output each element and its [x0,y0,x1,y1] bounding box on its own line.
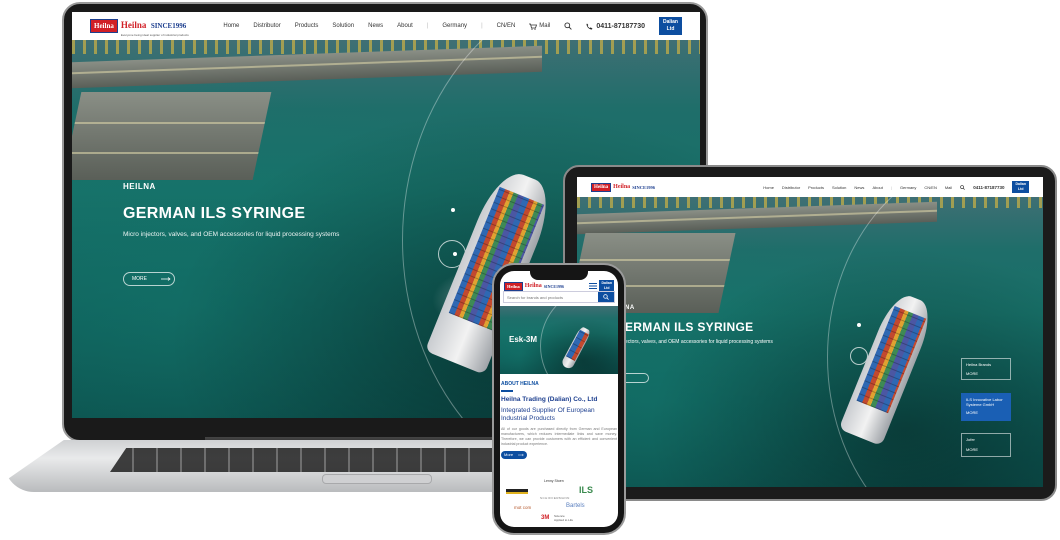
arrow-right-icon [161,277,171,281]
search-icon [603,294,609,300]
hero-copy: HEILNA GERMAN ILS SYRINGE Micro injector… [123,182,339,238]
phone-brand-logos: Lenny Stoen ILS SCHIFFERMANN Bartels mot… [504,477,614,527]
nav-products[interactable]: Products [295,23,319,29]
brand-logo[interactable]: Bartels [566,503,585,509]
tablet-hero-copy: NA ERMAN ILS SYRINGE ectors, valves, and… [625,305,773,345]
brand-name: Heilna [120,20,147,30]
about-body: All of our goods are purchased directly … [501,426,617,446]
nav-language[interactable]: CN/EN [497,23,516,29]
brand-logo[interactable]: Lenny Stoen [544,479,564,483]
about-more-button[interactable]: More [501,450,527,459]
phone-hero: Esk-3M [500,306,618,374]
hero-title: GERMAN ILS SYRINGE [123,205,306,222]
hero-subtitle: Micro injectors, valves, and OEM accesso… [123,231,340,238]
brand-tagline: Everyone being ideal supplier of industr… [120,33,189,37]
nav-separator: | [426,23,429,29]
brand-logo[interactable] [506,489,528,494]
about-kicker: ABOUT HEILNA [501,381,539,387]
nav-news[interactable]: News [368,23,383,29]
nav-phone[interactable]: 0411-87187730 [586,23,645,30]
logo-mark: Heilna [90,19,118,33]
phone-screen: Heilna Heilna SINCE1996 Dalian Ltd Esk-3… [500,271,618,527]
nav-home[interactable]: Home [223,23,239,29]
cart-icon [529,23,538,30]
brand-logo[interactable]: ILS [579,485,593,495]
phone-icon [586,23,593,29]
hero-more-button[interactable]: MORE [123,272,175,286]
phone-hero-label: Esk-3M [509,335,538,344]
search-icon[interactable] [564,22,573,30]
arrow-right-icon [518,453,524,456]
tablet-nav: Home Distributor Products Solution News … [763,181,1029,193]
tablet-top-navigation: Heilna Heilna SINCE1996 Home Distributor… [577,177,1043,197]
tablet-card-ils[interactable]: ILS Innovative Labor Systeme GmbH MORE [961,393,1011,421]
tablet-screen: Heilna Heilna SINCE1996 Home Distributor… [577,177,1043,487]
logo[interactable]: Heilna Heilna SINCE1996 Everyone being i… [90,15,189,37]
tablet-card-brands[interactable]: Heilna Brands MORE [961,358,1011,380]
brand-logo[interactable]: SCHIFFERMANN [540,496,570,500]
top-navigation: Heilna Heilna SINCE1996 Everyone being i… [72,12,700,40]
hero-kicker: HEILNA [123,182,156,191]
phone-search-button[interactable] [598,292,614,302]
laptop-trackpad [322,474,432,484]
about-company: Heilna Trading (Dalian) Co., Ltd [501,395,598,403]
phone-about: ABOUT HEILNA Heilna Trading (Dalian) Co.… [501,381,617,459]
phone-search-input[interactable] [504,292,598,302]
brand-logo[interactable]: mot com [514,505,532,510]
phone-notch [530,271,588,280]
tablet-logo[interactable]: Heilna Heilna SINCE1996 [591,182,655,192]
phone-search-bar [503,291,615,303]
tablet-card-jofer[interactable]: Jofer MORE [961,433,1011,457]
dalian-button[interactable]: Dalian Ltd [658,17,682,35]
nav-about[interactable]: About [397,23,413,29]
about-headline: Integrated Supplier Of European Industri… [501,406,595,422]
brand-logo[interactable]: Science Applied to Life [554,514,574,522]
nav-distributor[interactable]: Distributor [253,23,280,29]
nav-solution[interactable]: Solution [332,23,354,29]
brand-logo[interactable]: 3M [541,515,549,521]
nav-mail[interactable]: Mail [529,23,550,30]
main-nav: Home Distributor Products Solution News … [223,17,682,35]
brand-since: SINCE1996 [150,22,187,30]
pier-left [72,92,272,180]
nav-germany[interactable]: Germany [442,23,467,29]
hamburger-icon[interactable] [589,283,598,289]
search-icon[interactable] [960,184,966,190]
